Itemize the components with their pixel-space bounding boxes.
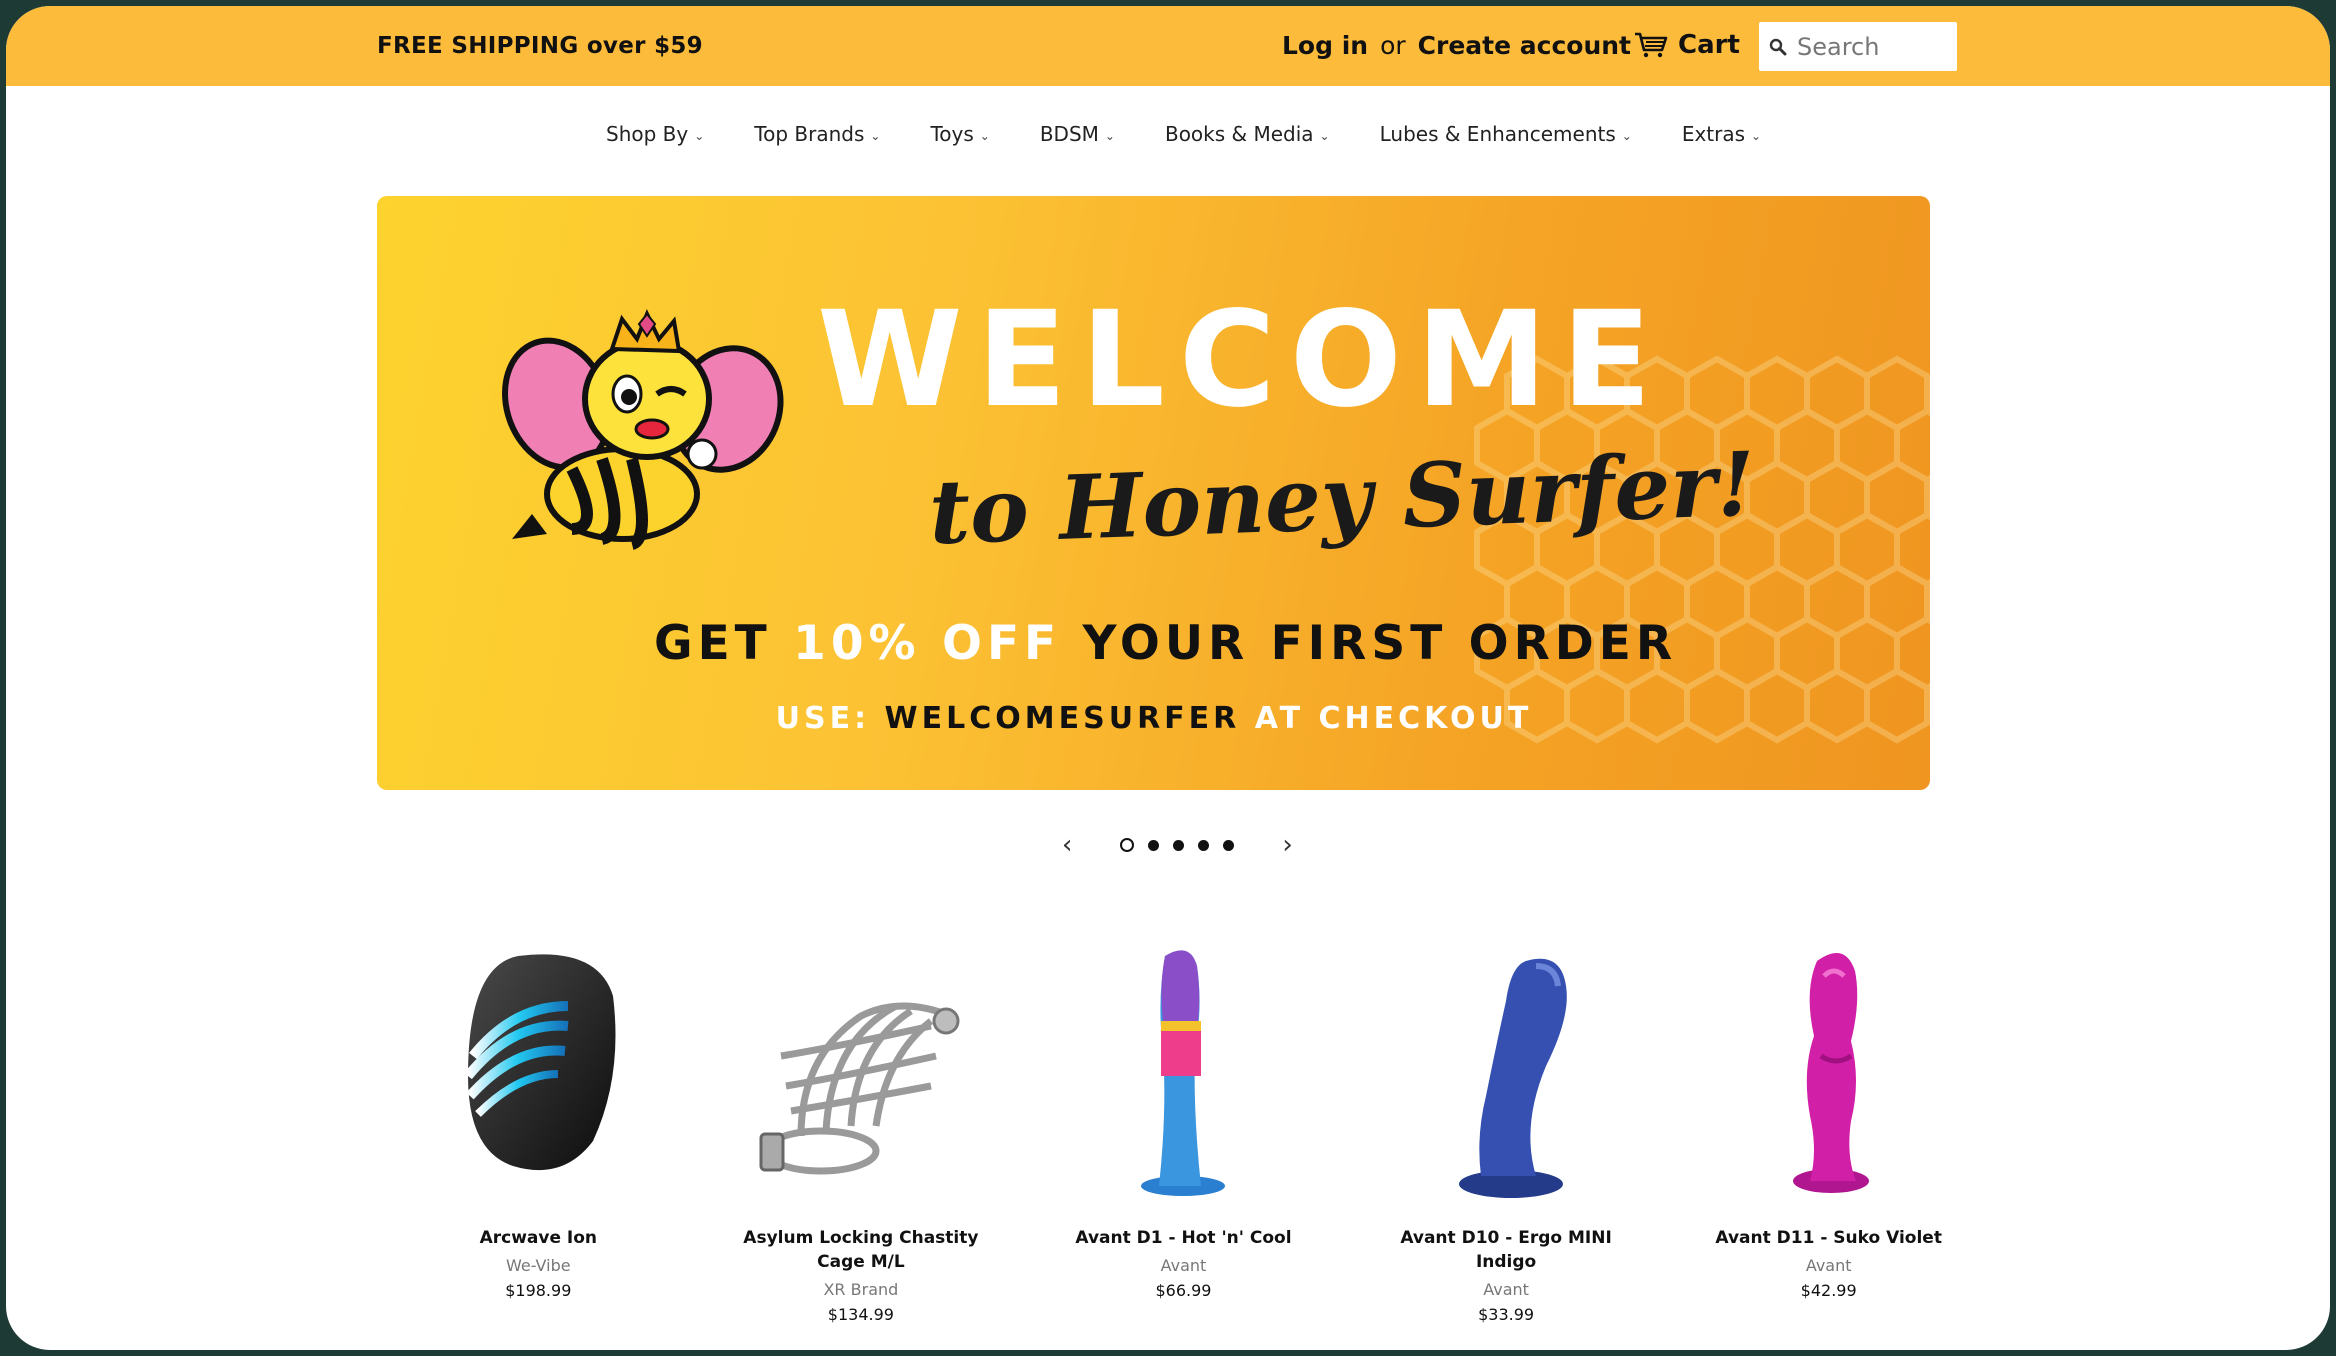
offer-highlight: 10% OFF [793,616,1062,671]
cart-label: Cart [1678,30,1740,60]
nav-label: Lubes & Enhancements [1379,122,1616,146]
nav-label: Top Brands [754,122,865,146]
chevron-left-icon[interactable]: ‹ [1054,832,1080,858]
login-link[interactable]: Log in [1282,31,1368,60]
product-image-stroker [464,954,616,1171]
main-nav: Shop By ⌄ Top Brands ⌄ Toys ⌄ BDSM ⌄ Books &… [606,122,1761,146]
top-bar: FREE SHIPPING over $59 Log in or Create ac… [6,6,2330,86]
browser-frame: FREE SHIPPING over $59 Log in or Create ac… [6,6,2330,1350]
product-name: Arcwave Ion [479,1228,598,1248]
cart-icon [1635,32,1668,58]
chevron-down-icon: ⌄ [1751,129,1762,143]
product-name: Avant D10 - Ergo MINI Indigo [1400,1228,1612,1272]
promo-code: WELCOMESURFER [884,701,1241,736]
nav-lubes-enhancements[interactable]: Lubes & Enhancements ⌄ [1380,122,1632,146]
chevron-down-icon: ⌄ [979,129,990,143]
code-suffix: AT CHECKOUT [1254,701,1533,736]
nav-extras[interactable]: Extras ⌄ [1682,122,1761,146]
product-image-dildo-indigo [1459,958,1567,1198]
slider-dot-3[interactable] [1173,839,1185,851]
nav-bdsm[interactable]: BDSM ⌄ [1040,122,1115,146]
free-shipping-text: FREE SHIPPING over $59 [377,33,703,59]
slider-dots [1120,838,1235,852]
product-brand: We-Vibe [505,1256,571,1275]
chevron-down-icon: ⌄ [694,129,705,143]
product-name: Asylum Locking Chastity Cage M/L [743,1228,979,1272]
nav-toys[interactable]: Toys ⌄ [930,122,989,146]
chevron-down-icon: ⌄ [1104,129,1115,143]
product-price: $66.99 [1155,1281,1212,1300]
product-name: Avant D1 - Hot 'n' Cool [1075,1228,1292,1248]
product-image-dildo-violet [1792,953,1869,1193]
or-separator: or [1380,31,1406,60]
nav-shop-by[interactable]: Shop By ⌄ [606,122,704,146]
bee-mascot-logo [502,309,784,550]
slider-dot-2[interactable] [1148,839,1160,851]
product-brand: Avant [1483,1280,1529,1299]
search-icon [1769,38,1787,55]
product-price: $33.99 [1478,1305,1535,1324]
chevron-down-icon: ⌄ [1621,129,1632,143]
nav-label: Books & Media [1164,122,1314,146]
product-brand: Avant [1805,1256,1852,1275]
create-account-link[interactable]: Create account [1418,31,1631,60]
search-box [1759,22,1957,71]
product-price: $134.99 [827,1305,894,1324]
banner-offer: GET 10% OFF YOUR FIRST ORDER [654,616,1672,671]
product-image-chastity-cage [759,1002,960,1175]
slider-dot-1[interactable] [1120,838,1135,852]
chevron-right-icon[interactable]: › [1274,832,1300,858]
slider-dot-5[interactable] [1223,839,1235,851]
slider-controls: ‹ › [1054,832,1301,858]
nav-label: Shop By [606,122,689,146]
product-card[interactable]: Asylum Locking Chastity Cage M/L XR Bran… [700,936,1023,1324]
product-price: $198.99 [505,1281,572,1300]
code-prefix: USE: [775,701,871,736]
product-card[interactable]: Avant D1 - Hot 'n' Cool Avant $66.99 [1022,936,1345,1324]
banner-promo-code: USE: WELCOMESURFER AT CHECKOUT [654,701,1654,736]
nav-top-brands[interactable]: Top Brands ⌄ [754,122,880,146]
nav-books-media[interactable]: Books & Media ⌄ [1165,122,1330,146]
nav-label: Extras [1681,122,1746,146]
slider-dot-4[interactable] [1198,839,1210,851]
product-card[interactable]: Arcwave Ion We-Vibe $198.99 [377,936,700,1324]
product-price: $42.99 [1800,1281,1857,1300]
offer-suffix: YOUR FIRST ORDER [1082,616,1678,671]
nav-label: Toys [930,122,974,146]
nav-label: BDSM [1039,122,1099,146]
product-card[interactable]: Avant D11 - Suko Violet Avant $42.99 [1667,936,1990,1324]
chevron-down-icon: ⌄ [1319,129,1330,143]
hero-banner-slide[interactable]: WELCOME to Honey Surfer! GET 10% OFF YOU… [377,196,1930,790]
banner-headline: WELCOME [817,283,1666,437]
cart-link[interactable]: Cart [1634,30,1740,60]
product-image-dildo-multicolor [1141,950,1226,1196]
offer-prefix: GET [654,616,772,671]
product-name: Avant D11 - Suko Violet [1715,1228,1942,1248]
product-grid: Arcwave Ion We-Vibe $198.99 Asylum Locki… [377,936,1942,1324]
search-input[interactable] [1795,31,1945,62]
banner-subheadline: to Honey Surfer! [927,431,1757,565]
product-brand: XR Brand [823,1280,899,1299]
product-card[interactable]: Avant D10 - Ergo MINI Indigo Avant $33.9… [1345,936,1668,1324]
product-brand: Avant [1160,1256,1207,1275]
chevron-down-icon: ⌄ [870,129,881,143]
account-links: Log in or Create account [1282,31,1631,60]
